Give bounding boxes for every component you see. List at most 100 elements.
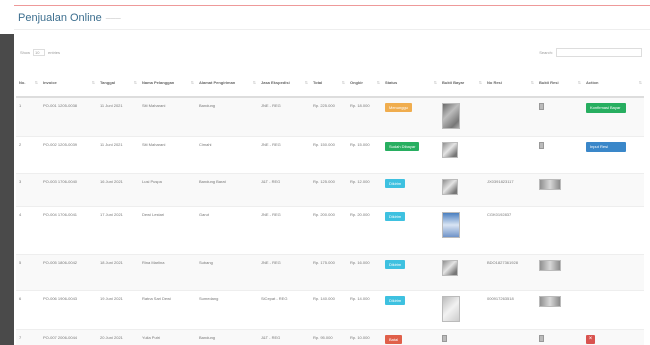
table-body: 1 PO-001 1205-0038 11 Juni 2021 Siti Mahara… bbox=[16, 97, 644, 345]
sort-icon[interactable]: ⇅ bbox=[253, 80, 256, 85]
status-badge: Sudah Dibayar bbox=[385, 142, 420, 151]
cell-name: Siti Maharani bbox=[139, 136, 196, 174]
cell-total: Rp. 95.000 bbox=[310, 329, 347, 345]
status-badge: Dikirim bbox=[385, 296, 406, 305]
sort-icon[interactable]: ⇅ bbox=[305, 80, 308, 85]
column-header-label: No Resi bbox=[487, 80, 502, 85]
column-header[interactable]: Jasa Ekspedisi ⇅ bbox=[258, 69, 310, 98]
column-header[interactable]: Action ⇅ bbox=[583, 69, 644, 98]
table-row: 4 PO-004 1706-0041 17 Juni 2021 Dewi Lestar… bbox=[16, 206, 644, 255]
cell-invoice: PO-002 1205-0039 bbox=[40, 136, 97, 174]
cell-status: Sudah Dibayar bbox=[382, 136, 439, 174]
cell-no: 2 bbox=[16, 136, 40, 174]
cell-ongkir: Rp. 18.000 bbox=[347, 97, 382, 137]
cell-address: Garut bbox=[196, 206, 258, 255]
cell-date: 11 Juni 2021 bbox=[97, 136, 139, 174]
column-header[interactable]: Alamat Pengiriman ⇅ bbox=[196, 69, 258, 98]
column-header[interactable]: Total ⇅ bbox=[310, 69, 347, 98]
search-label: Search: bbox=[539, 50, 553, 55]
cell-bukti-resi bbox=[536, 254, 583, 291]
cell-status: Dikirim bbox=[382, 254, 439, 291]
payment-proof-image[interactable] bbox=[442, 103, 460, 129]
column-header[interactable]: Tanggal ⇅ bbox=[97, 69, 139, 98]
sort-icon[interactable]: ⇅ bbox=[35, 80, 38, 85]
cell-invoice: PO-007 2006-0044 bbox=[40, 329, 97, 345]
cell-courier: JNE - REG bbox=[258, 97, 310, 137]
sort-icon[interactable]: ⇅ bbox=[434, 80, 437, 85]
cell-bukti-bayar bbox=[439, 254, 484, 291]
payment-proof-image[interactable] bbox=[442, 335, 447, 342]
sort-icon[interactable]: ⇅ bbox=[191, 80, 194, 85]
cell-address: Cimahi bbox=[196, 136, 258, 174]
sort-icon[interactable]: ⇅ bbox=[134, 80, 137, 85]
cell-date: 20 Juni 2021 bbox=[97, 329, 139, 345]
sort-icon[interactable]: ⇅ bbox=[639, 80, 642, 85]
table-row: 3 PO-003 1706-0040 16 Juni 2021 Lusi Puspa B… bbox=[16, 173, 644, 207]
cell-action: Konfirmasi Bayar bbox=[583, 97, 644, 137]
receipt-proof-image[interactable] bbox=[539, 179, 561, 190]
cell-action bbox=[583, 173, 644, 207]
receipt-proof-image[interactable] bbox=[539, 260, 561, 271]
cell-invoice: PO-001 1205-0038 bbox=[40, 97, 97, 137]
action-button[interactable]: Konfirmasi Bayar bbox=[586, 103, 626, 113]
search-box: Search: bbox=[539, 48, 642, 57]
cell-ongkir: Rp. 15.000 bbox=[347, 136, 382, 174]
column-header-label: No. bbox=[19, 80, 26, 85]
column-header[interactable]: Bukti Bayar ⇅ bbox=[439, 69, 484, 98]
delete-button[interactable]: × bbox=[586, 335, 595, 344]
column-header[interactable]: No Resi ⇅ bbox=[484, 69, 536, 98]
cell-address: Bandung bbox=[196, 97, 258, 137]
cell-bukti-bayar bbox=[439, 136, 484, 174]
sort-icon[interactable]: ⇅ bbox=[479, 80, 482, 85]
column-header[interactable]: Invoice ⇅ bbox=[40, 69, 97, 98]
cell-bukti-bayar bbox=[439, 329, 484, 345]
receipt-proof-image[interactable] bbox=[539, 142, 544, 149]
payment-proof-image[interactable] bbox=[442, 212, 460, 238]
sort-icon[interactable]: ⇅ bbox=[377, 80, 380, 85]
receipt-proof-image[interactable] bbox=[539, 103, 544, 110]
search-input[interactable] bbox=[556, 48, 642, 57]
receipt-proof-image[interactable] bbox=[539, 335, 544, 342]
payment-proof-image[interactable] bbox=[442, 260, 458, 276]
cell-total: Rp. 125.000 bbox=[310, 173, 347, 207]
cell-bukti-bayar bbox=[439, 206, 484, 255]
column-header[interactable]: Status ⇅ bbox=[382, 69, 439, 98]
cell-invoice: PO-006 1906-0043 bbox=[40, 290, 97, 330]
cell-date: 19 Juni 2021 bbox=[97, 290, 139, 330]
cell-resi bbox=[484, 329, 536, 345]
sort-icon[interactable]: ⇅ bbox=[92, 80, 95, 85]
cell-total: Rp. 140.000 bbox=[310, 290, 347, 330]
receipt-proof-image[interactable] bbox=[539, 296, 561, 307]
action-button[interactable]: Input Resi bbox=[586, 142, 626, 152]
entries-select[interactable]: 10 bbox=[33, 49, 46, 56]
cell-courier: JNE - REG bbox=[258, 206, 310, 255]
sort-icon[interactable]: ⇅ bbox=[578, 80, 581, 85]
sort-icon[interactable]: ⇅ bbox=[342, 80, 345, 85]
column-header[interactable]: Nama Pelanggan ⇅ bbox=[139, 69, 196, 98]
cell-courier: SiCepat - REG bbox=[258, 290, 310, 330]
sort-icon[interactable]: ⇅ bbox=[531, 80, 534, 85]
cell-bukti-resi bbox=[536, 173, 583, 207]
payment-proof-image[interactable] bbox=[442, 142, 458, 158]
column-header-label: Jasa Ekspedisi bbox=[261, 80, 290, 85]
cell-date: 18 Juni 2021 bbox=[97, 254, 139, 291]
cell-date: 17 Juni 2021 bbox=[97, 206, 139, 255]
cell-date: 16 Juni 2021 bbox=[97, 173, 139, 207]
show-entries: Show 10 entries bbox=[20, 49, 60, 56]
payment-proof-image[interactable] bbox=[442, 296, 460, 322]
column-header[interactable]: Bukti Resi ⇅ bbox=[536, 69, 583, 98]
cell-no: 3 bbox=[16, 173, 40, 207]
cell-address: Bandung bbox=[196, 329, 258, 345]
column-header[interactable]: No. ⇅ bbox=[16, 69, 40, 98]
column-header-label: Status bbox=[385, 80, 398, 85]
column-header[interactable]: Ongkir ⇅ bbox=[347, 69, 382, 98]
status-badge: Menunggu bbox=[385, 103, 412, 112]
cell-action bbox=[583, 206, 644, 255]
cell-bukti-resi bbox=[536, 329, 583, 345]
column-header-label: Total bbox=[313, 80, 323, 85]
cell-courier: J&T - REG bbox=[258, 329, 310, 345]
cell-resi: BDO1827361928 bbox=[484, 254, 536, 291]
cell-status: Dikirim bbox=[382, 206, 439, 255]
column-header-label: Alamat Pengiriman bbox=[199, 80, 236, 85]
payment-proof-image[interactable] bbox=[442, 179, 458, 195]
